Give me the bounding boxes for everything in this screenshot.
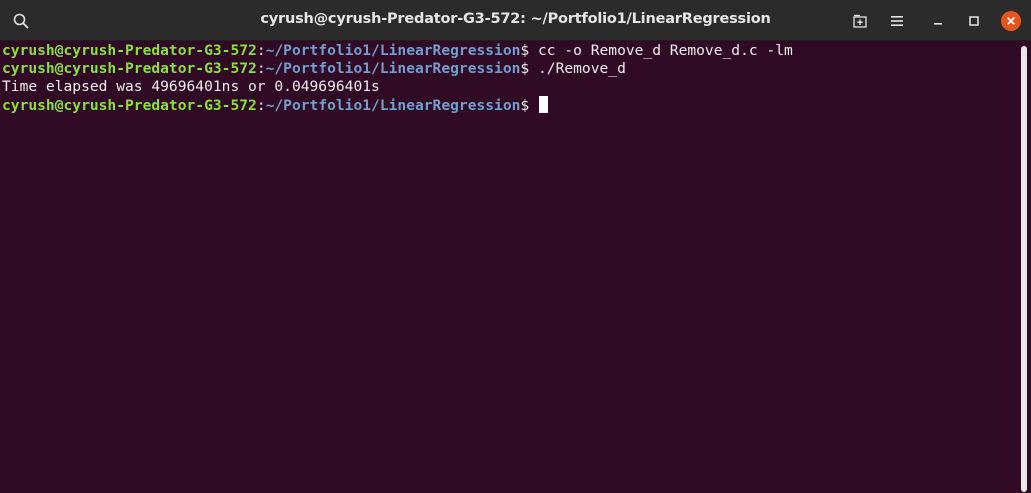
scrollbar-thumb[interactable] [1021, 46, 1027, 492]
terminal-output[interactable]: cyrush@cyrush-Predator-G3-572:~/Portfoli… [0, 41, 1020, 493]
terminal-line: cyrush@cyrush-Predator-G3-572:~/Portfoli… [0, 96, 1020, 114]
prompt-separator: : [256, 97, 266, 114]
terminal-line: cyrush@cyrush-Predator-G3-572:~/Portfoli… [0, 42, 1020, 60]
new-tab-button[interactable] [847, 8, 873, 34]
prompt-path: ~/Portfolio1/LinearRegression [265, 97, 521, 114]
program-output: Time elapsed was 49696401ns or 0.0496964… [2, 78, 380, 95]
maximize-icon [969, 16, 979, 26]
prompt-user-host: cyrush@cyrush-Predator-G3-572 [2, 42, 257, 59]
terminal-line: Time elapsed was 49696401ns or 0.0496964… [0, 78, 1020, 96]
menu-button[interactable] [884, 8, 910, 34]
prompt-separator: : [256, 42, 266, 59]
prompt-symbol: $ [520, 97, 538, 114]
prompt-user-host: cyrush@cyrush-Predator-G3-572 [2, 97, 257, 114]
prompt-symbol: $ [520, 42, 538, 59]
terminal-line: cyrush@cyrush-Predator-G3-572:~/Portfoli… [0, 60, 1020, 78]
search-icon [13, 13, 29, 29]
close-button[interactable] [998, 8, 1024, 34]
maximize-button[interactable] [961, 8, 987, 34]
search-button[interactable] [8, 8, 34, 34]
prompt-path: ~/Portfolio1/LinearRegression [265, 60, 521, 77]
close-circle [1001, 11, 1021, 31]
prompt-symbol: $ [520, 60, 538, 77]
command-text: cc -o Remove_d Remove_d.c -lm [538, 42, 793, 59]
scrollbar[interactable] [1021, 44, 1027, 492]
text-cursor [539, 96, 548, 113]
terminal-window: cyrush@cyrush-Predator-G3-572: ~/Portfol… [0, 0, 1031, 493]
new-tab-icon [853, 14, 867, 28]
minimize-icon [934, 23, 942, 25]
prompt-path: ~/Portfolio1/LinearRegression [265, 42, 521, 59]
prompt-user-host: cyrush@cyrush-Predator-G3-572 [2, 60, 257, 77]
window-title: cyrush@cyrush-Predator-G3-572: ~/Portfol… [260, 11, 771, 27]
hamburger-menu-icon [891, 16, 903, 26]
command-text: ./Remove_d [538, 60, 626, 77]
prompt-separator: : [256, 60, 266, 77]
close-icon [1007, 17, 1015, 25]
title-bar[interactable]: cyrush@cyrush-Predator-G3-572: ~/Portfol… [0, 0, 1031, 41]
minimize-button[interactable] [925, 8, 951, 34]
